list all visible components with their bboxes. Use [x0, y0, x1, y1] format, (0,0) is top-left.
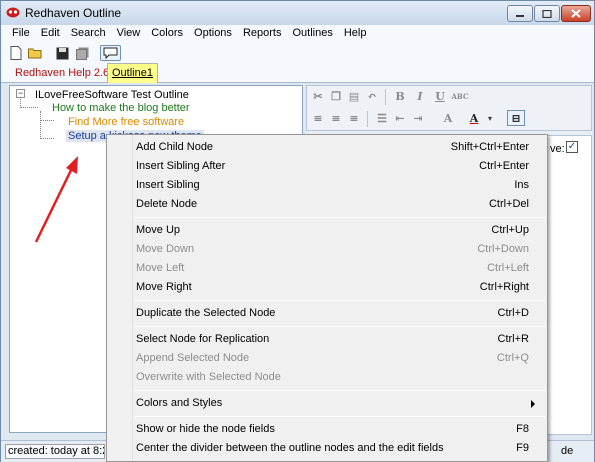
new-document-icon [10, 46, 21, 60]
menu-item-delete-node[interactable]: Delete Node Ctrl+Del [109, 195, 545, 214]
maximize-icon [542, 9, 552, 18]
menu-item-duplicate-node[interactable]: Duplicate the Selected Node Ctrl+D [109, 304, 545, 323]
speech-bubble-icon [103, 47, 118, 59]
open-folder-icon [28, 48, 42, 59]
menu-item-move-right[interactable]: Move Right Ctrl+Right [109, 278, 545, 297]
menu-separator [135, 390, 545, 391]
outdent-icon[interactable]: ⇤ [393, 111, 407, 125]
strikethrough-icon[interactable]: ABC [451, 89, 468, 103]
field-label: ve: [550, 143, 565, 155]
field-checkbox[interactable]: ✓ [566, 141, 578, 153]
menu-help[interactable]: Help [339, 25, 373, 43]
menu-item-select-for-replication[interactable]: Select Node for Replication Ctrl+R [109, 330, 545, 349]
tree-connector [20, 107, 38, 108]
tree-node-child[interactable]: How to make the blog better [52, 102, 190, 114]
align-left-icon[interactable]: ≡ [311, 111, 325, 125]
new-file-button[interactable] [7, 45, 24, 61]
menu-item-toggle-node-fields[interactable]: Show or hide the node fields F8 [109, 420, 545, 439]
tree-connector [40, 138, 54, 139]
menu-edit[interactable]: Edit [36, 25, 66, 43]
app-logo-icon [6, 7, 20, 18]
save-button[interactable] [54, 45, 71, 61]
main-toolbar [1, 43, 594, 63]
close-button[interactable] [561, 5, 591, 22]
collapse-toggle-icon[interactable]: − [16, 89, 25, 98]
menu-separator [135, 416, 545, 417]
open-file-button[interactable] [27, 45, 44, 61]
italic-icon[interactable]: I [413, 89, 427, 103]
paste-icon[interactable]: ▤ [347, 89, 361, 103]
toolbar-divider [385, 89, 386, 105]
underline-icon[interactable]: U [433, 89, 447, 103]
tree-node-child[interactable]: Find More free software [68, 116, 184, 128]
undo-icon[interactable]: ↶ [365, 89, 379, 103]
bullet-list-icon[interactable]: ☰ [375, 111, 389, 125]
menu-colors[interactable]: Colors [146, 25, 189, 43]
menu-item-append-selected-node: Append Selected Node Ctrl+Q [136, 352, 529, 364]
maximize-button[interactable] [534, 5, 560, 22]
status-created-text: created: today at 8:27 [5, 444, 105, 459]
align-right-icon[interactable]: ≡ [347, 111, 361, 125]
menu-file[interactable]: File [7, 25, 36, 43]
context-menu: Add Child Node Shift+Ctrl+Enter Insert S… [106, 134, 548, 462]
format-toolbar: ✂ ❐ ▤ ↶ B I U ABC ≡ ≡ ≡ ☰ ⇤ ⇥ A A ▾ ⊟ [306, 85, 592, 131]
menu-search[interactable]: Search [66, 25, 112, 43]
menu-item-move-down: Move Down Ctrl+Down [136, 243, 529, 255]
menu-outlines[interactable]: Outlines [287, 25, 338, 43]
tree-node-root[interactable]: ILoveFreeSoftware Test Outline [35, 89, 189, 101]
copy-icon[interactable]: ❐ [329, 89, 343, 103]
menu-item-add-child-node[interactable]: Add Child Node Shift+Ctrl+Enter [109, 138, 545, 157]
save-disk-icon [56, 47, 69, 59]
chevron-down-icon[interactable]: ▾ [483, 111, 497, 125]
save-all-button[interactable] [74, 45, 91, 61]
bold-icon[interactable]: B [393, 89, 407, 103]
align-center-icon[interactable]: ≡ [329, 111, 343, 125]
menu-item-insert-sibling[interactable]: Insert Sibling Ins [109, 176, 545, 195]
annotation-arrow-icon [34, 156, 78, 243]
status-mode-text: de [561, 445, 574, 457]
window-title: Redhaven Outline [25, 6, 122, 20]
toolbar-divider [367, 111, 368, 127]
close-icon [571, 9, 581, 18]
menu-separator [135, 326, 545, 327]
menu-reports[interactable]: Reports [238, 25, 288, 43]
menu-bar: File Edit Search View Colors Options Rep… [1, 25, 594, 43]
font-color-icon[interactable]: A [467, 111, 481, 125]
menu-item-move-up[interactable]: Move Up Ctrl+Up [109, 221, 545, 240]
tree-connector [40, 120, 54, 121]
font-size-icon[interactable]: A [441, 111, 455, 125]
menu-options[interactable]: Options [189, 25, 238, 43]
minimize-button[interactable] [507, 5, 533, 22]
menu-item-center-divider[interactable]: Center the divider between the outline n… [109, 439, 545, 458]
menu-item-colors-and-styles[interactable]: Colors and Styles [109, 394, 545, 413]
submenu-arrow-icon [531, 400, 535, 408]
comment-button[interactable] [100, 45, 121, 61]
menu-separator [135, 217, 545, 218]
wrap-text-icon[interactable]: ⊟ [507, 110, 525, 126]
minimize-icon [516, 14, 524, 17]
outline-tabs: Redhaven Help 2.6.2 Outline1 [1, 63, 594, 83]
menu-item-overwrite-selected-node: Overwrite with Selected Node [136, 371, 281, 383]
menu-item-move-left: Move Left Ctrl+Left [136, 262, 529, 274]
save-all-icon [76, 47, 89, 60]
indent-icon[interactable]: ⇥ [411, 111, 425, 125]
tab-outline1[interactable]: Outline1 [107, 63, 158, 83]
tab-redhaven-help[interactable]: Redhaven Help 2.6.2 [13, 66, 120, 80]
cut-icon[interactable]: ✂ [311, 89, 325, 103]
tree-connector [40, 111, 41, 139]
title-bar: Redhaven Outline [1, 1, 594, 25]
menu-separator [135, 300, 545, 301]
menu-item-insert-sibling-after[interactable]: Insert Sibling After Ctrl+Enter [109, 157, 545, 176]
menu-view[interactable]: View [112, 25, 147, 43]
